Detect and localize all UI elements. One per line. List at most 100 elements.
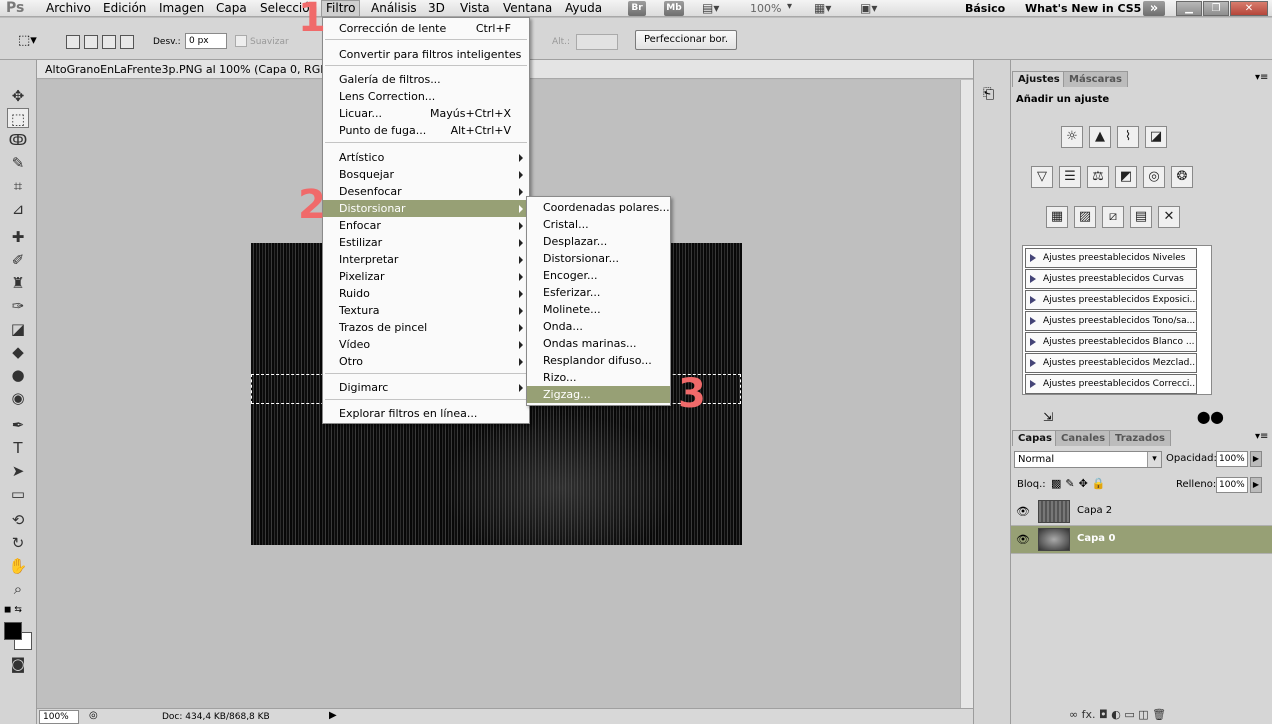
- type-tool-icon[interactable]: T: [7, 438, 29, 458]
- tab-trazados[interactable]: Trazados: [1109, 430, 1171, 446]
- menu-item-other[interactable]: Otro: [323, 353, 529, 370]
- blend-mode-select[interactable]: Normal: [1014, 451, 1162, 468]
- zoom-dropdown-icon[interactable]: ▾: [787, 1, 792, 12]
- menu-vista[interactable]: Vista: [456, 1, 494, 16]
- screen-mode-icon[interactable]: ▣▾: [860, 1, 877, 15]
- menu-item-lens-correction-2[interactable]: Lens Correction...: [323, 88, 529, 105]
- zoom-level[interactable]: 100%: [750, 2, 781, 15]
- tab-ajustes[interactable]: Ajustes: [1012, 71, 1066, 87]
- tab-mascaras[interactable]: Máscaras: [1063, 71, 1128, 87]
- posterize-icon[interactable]: ▨: [1074, 206, 1096, 228]
- minimize-icon[interactable]: ▁: [1176, 1, 1202, 16]
- panel-menu-icon[interactable]: ▾≡: [1255, 72, 1268, 83]
- menu-3d[interactable]: 3D: [424, 1, 449, 16]
- menu-item-vanishing-point[interactable]: Punto de fuga... Alt+Ctrl+V: [323, 122, 529, 139]
- menu-ayuda[interactable]: Ayuda: [561, 1, 606, 16]
- menu-item-liquify[interactable]: Licuar... Mayús+Ctrl+X: [323, 105, 529, 122]
- submenu-item[interactable]: Distorsionar...: [527, 250, 670, 267]
- layers-panel-menu-icon[interactable]: ▾≡: [1255, 431, 1268, 442]
- menu-capa[interactable]: Capa: [212, 1, 251, 16]
- layer-row[interactable]: 👁 Capa 2: [1011, 498, 1272, 526]
- selective-color-icon[interactable]: ✕: [1158, 206, 1180, 228]
- brightness-icon[interactable]: ☼: [1061, 126, 1083, 148]
- tab-canales[interactable]: Canales: [1055, 430, 1112, 446]
- eyedropper-tool-icon[interactable]: ⊿: [7, 199, 29, 219]
- lasso-tool-icon[interactable]: ↂ: [7, 130, 29, 150]
- exposure-icon[interactable]: ◪: [1145, 126, 1167, 148]
- opacity-input[interactable]: 100%: [1216, 451, 1248, 467]
- channel-mixer-icon[interactable]: ❂: [1171, 166, 1193, 188]
- invert-icon[interactable]: ▦: [1046, 206, 1068, 228]
- channel-icon[interactable]: ⬤⬤: [1197, 410, 1224, 424]
- 3d-orbit-tool-icon[interactable]: ↻: [7, 533, 29, 553]
- menu-item-digimarc[interactable]: Digimarc: [323, 379, 529, 396]
- menu-filtro[interactable]: Filtro: [321, 0, 361, 17]
- default-colors-icon[interactable]: ◼ ⇆: [4, 605, 22, 615]
- curves-icon[interactable]: ⌇: [1117, 126, 1139, 148]
- add-selection-icon[interactable]: [84, 35, 98, 49]
- menu-item-browse-filters-online[interactable]: Explorar filtros en línea...: [323, 405, 529, 422]
- quick-select-tool-icon[interactable]: ✎: [7, 153, 29, 173]
- mini-bridge-button[interactable]: Mb: [664, 1, 684, 16]
- menu-item-brush-strokes[interactable]: Trazos de pincel: [323, 319, 529, 336]
- menu-item-texture[interactable]: Textura: [323, 302, 529, 319]
- submenu-item[interactable]: Resplandor difuso...: [527, 352, 670, 369]
- vibrance-icon[interactable]: ▽: [1031, 166, 1053, 188]
- menu-analisis[interactable]: Análisis: [367, 1, 421, 16]
- menu-archivo[interactable]: Archivo: [42, 1, 95, 16]
- workspace-basico[interactable]: Básico: [965, 1, 1005, 16]
- healing-brush-tool-icon[interactable]: ✚: [7, 227, 29, 247]
- threshold-icon[interactable]: ⧄: [1102, 206, 1124, 228]
- gradient-map-icon[interactable]: ▤: [1130, 206, 1152, 228]
- close-icon[interactable]: ✕: [1230, 1, 1268, 16]
- path-selection-tool-icon[interactable]: ➤: [7, 461, 29, 481]
- preset-item[interactable]: Ajustes preestablecidos Blanco ...: [1025, 332, 1197, 352]
- preset-item[interactable]: Ajustes preestablecidos Niveles: [1025, 248, 1197, 268]
- menu-item-render[interactable]: Interpretar: [323, 251, 529, 268]
- status-zoom-field[interactable]: 100%: [39, 710, 79, 724]
- fill-input[interactable]: 100%: [1216, 477, 1248, 493]
- levels-icon[interactable]: ▲: [1089, 126, 1111, 148]
- color-balance-icon[interactable]: ⚖: [1087, 166, 1109, 188]
- marquee-tool-icon[interactable]: ⬚: [7, 108, 29, 128]
- menu-imagen[interactable]: Imagen: [155, 1, 208, 16]
- paint-bucket-tool-icon[interactable]: ◆: [7, 342, 29, 362]
- dodge-tool-icon[interactable]: ◉: [7, 388, 29, 408]
- arrange-documents-icon[interactable]: ▦▾: [814, 1, 831, 15]
- crop-tool-icon[interactable]: ⌗: [7, 176, 29, 196]
- 3d-rotate-tool-icon[interactable]: ⟲: [7, 510, 29, 530]
- history-brush-tool-icon[interactable]: ✑: [7, 296, 29, 316]
- preset-item[interactable]: Ajustes preestablecidos Mezclad...: [1025, 353, 1197, 373]
- submenu-item[interactable]: Molinete...: [527, 301, 670, 318]
- menu-item-smart-filters[interactable]: Convertir para filtros inteligentes: [323, 46, 529, 63]
- quick-mask-icon[interactable]: ◙: [7, 654, 29, 674]
- foreground-color-swatch[interactable]: [4, 622, 22, 640]
- menu-item-blur[interactable]: Desenfocar: [323, 183, 529, 200]
- pen-tool-icon[interactable]: ✒: [7, 415, 29, 435]
- zoom-tool-icon[interactable]: ⌕: [7, 579, 29, 599]
- preset-item[interactable]: Ajustes preestablecidos Curvas: [1025, 269, 1197, 289]
- antialias-checkbox[interactable]: [235, 35, 247, 47]
- brush-tool-icon[interactable]: ✐: [7, 250, 29, 270]
- black-white-icon[interactable]: ◩: [1115, 166, 1137, 188]
- menu-item-sharpen[interactable]: Enfocar: [323, 217, 529, 234]
- new-selection-icon[interactable]: [66, 35, 80, 49]
- hue-saturation-icon[interactable]: ☰: [1059, 166, 1081, 188]
- fill-arrow-icon[interactable]: ▶: [1250, 477, 1262, 493]
- menu-item-artistic[interactable]: Artístico: [323, 149, 529, 166]
- submenu-item[interactable]: Rizo...: [527, 369, 670, 386]
- preset-item[interactable]: Ajustes preestablecidos Exposici...: [1025, 290, 1197, 310]
- restore-icon[interactable]: ❐: [1203, 1, 1229, 16]
- photo-filter-icon[interactable]: ◎: [1143, 166, 1165, 188]
- workspace-whats-new[interactable]: What's New in CS5: [1025, 1, 1141, 16]
- eraser-tool-icon[interactable]: ◪: [7, 319, 29, 339]
- more-workspaces-button[interactable]: »: [1143, 1, 1165, 16]
- bridge-button[interactable]: Br: [628, 1, 646, 16]
- submenu-item[interactable]: Esferizar...: [527, 284, 670, 301]
- shape-tool-icon[interactable]: ▭: [7, 484, 29, 504]
- chevron-down-icon[interactable]: ▾: [1147, 452, 1161, 467]
- lock-icons[interactable]: ▩✎✥🔒: [1051, 477, 1110, 490]
- layer-row[interactable]: 👁 Capa 0: [1011, 526, 1272, 554]
- menu-item-lens-correction[interactable]: Corrección de lente Ctrl+F: [323, 20, 529, 37]
- submenu-item[interactable]: Ondas marinas...: [527, 335, 670, 352]
